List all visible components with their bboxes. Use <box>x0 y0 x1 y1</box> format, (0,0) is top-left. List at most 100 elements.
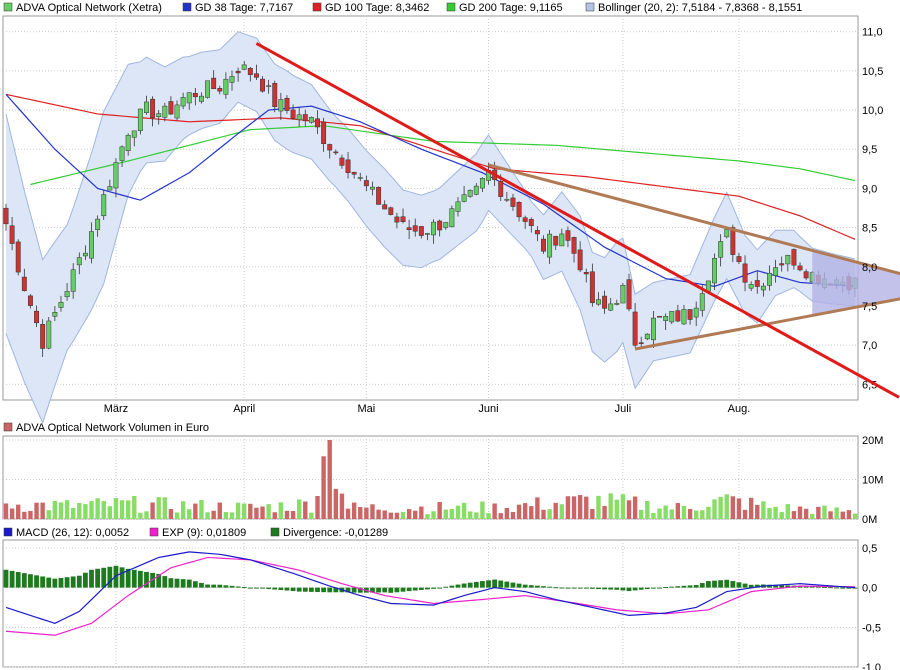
divergence-bar <box>119 567 125 588</box>
price-y-tick: 10,0 <box>862 105 883 117</box>
price-y-tick: 9,0 <box>862 183 877 195</box>
volume-bar <box>144 511 149 519</box>
divergence-bar <box>706 581 711 588</box>
volume-bar <box>761 501 766 519</box>
candle-up <box>137 108 143 131</box>
divergence-bar <box>730 581 736 588</box>
candle-down <box>779 263 785 266</box>
candle-down <box>400 216 406 223</box>
volume-bar <box>370 504 375 519</box>
candle-up <box>296 114 302 121</box>
volume-bar <box>461 502 467 519</box>
volume-bar <box>632 496 638 519</box>
volume-bar <box>779 512 784 519</box>
candle-up <box>125 134 131 151</box>
divergence-bar <box>101 567 107 588</box>
volume-bar <box>321 456 326 519</box>
candle-down <box>168 101 174 115</box>
divergence-bar <box>107 566 113 588</box>
candle-up <box>712 258 717 284</box>
candle-down <box>217 88 223 92</box>
volume-bar <box>516 504 522 519</box>
volume-bar <box>547 509 552 519</box>
divergence-bar <box>168 578 174 588</box>
macd-legend-swatch <box>3 527 13 537</box>
macd-legend-swatch <box>149 527 159 537</box>
divergence-bar <box>614 587 620 590</box>
divergence-bar <box>205 584 210 588</box>
candle-up <box>174 104 180 119</box>
candle-down <box>21 276 27 292</box>
volume-bar <box>394 512 400 519</box>
candle-up <box>644 333 650 340</box>
candle-up <box>767 272 772 286</box>
month-label: März <box>104 403 128 415</box>
candle-up <box>473 185 479 195</box>
volume-bar <box>437 501 442 519</box>
price-x-axis: März April Mai Juni Juli Aug. <box>104 403 751 415</box>
candle-up <box>113 162 119 189</box>
candle-up <box>785 254 791 265</box>
volume-bar <box>742 509 748 519</box>
candle-down <box>730 227 736 255</box>
volume-bar <box>840 511 845 519</box>
volume-bar <box>584 496 589 519</box>
candle-up <box>52 312 58 317</box>
volume-bar <box>101 501 106 519</box>
candle-up <box>370 186 375 190</box>
volume-bar <box>443 509 448 519</box>
price-y-tick: 9,5 <box>862 144 877 156</box>
volume-bar <box>504 507 510 519</box>
candle-up <box>266 85 272 87</box>
divergence-bar <box>480 581 485 588</box>
candle-down <box>418 226 424 236</box>
candle-up <box>229 76 235 83</box>
volume-bar <box>657 508 662 519</box>
candle-down <box>363 180 369 187</box>
volume-bar <box>46 510 51 519</box>
candle-up <box>95 218 101 230</box>
divergence-bar <box>541 586 546 588</box>
volume-bar <box>419 506 424 519</box>
volume-bar <box>333 488 339 519</box>
candle-down <box>742 263 748 283</box>
volume-bar <box>700 510 705 519</box>
volume-bar <box>602 505 607 519</box>
volume-bar <box>791 511 797 519</box>
divergence-bar <box>186 579 192 588</box>
volume-bar <box>52 500 58 519</box>
candle-down <box>388 207 394 215</box>
divergence-bar <box>657 587 662 589</box>
volume-bar <box>400 511 406 519</box>
divergence-bar <box>840 587 846 589</box>
divergence-bar <box>522 584 528 588</box>
candle-down <box>565 230 571 241</box>
divergence-bar <box>486 580 491 588</box>
divergence-bar <box>21 573 27 588</box>
candle-down <box>302 114 308 122</box>
volume-bar <box>590 508 595 519</box>
candle-up <box>131 130 137 138</box>
volume-bar <box>406 509 412 519</box>
divergence-bar <box>321 587 327 593</box>
month-label: Aug. <box>728 403 751 415</box>
price-y-tick: 7,5 <box>862 301 877 313</box>
divergence-bar <box>583 587 589 589</box>
volume-bar <box>40 502 45 519</box>
candle-down <box>272 83 278 107</box>
candle-up <box>424 233 430 235</box>
volume-bar <box>309 512 314 519</box>
candle-up <box>223 78 229 95</box>
candle-down <box>522 217 528 222</box>
divergence-bar <box>382 587 388 593</box>
candle-down <box>339 157 345 166</box>
legend-label: GD 200 Tage: 9,1165 <box>459 2 563 14</box>
candle-down <box>394 216 400 223</box>
candle-up <box>46 320 52 349</box>
volume-bar <box>626 500 632 519</box>
divergence-bar <box>235 586 241 588</box>
candle-down <box>687 309 693 320</box>
candle-down <box>290 109 296 119</box>
volume-bar <box>480 501 485 519</box>
divergence-bar <box>58 577 64 588</box>
